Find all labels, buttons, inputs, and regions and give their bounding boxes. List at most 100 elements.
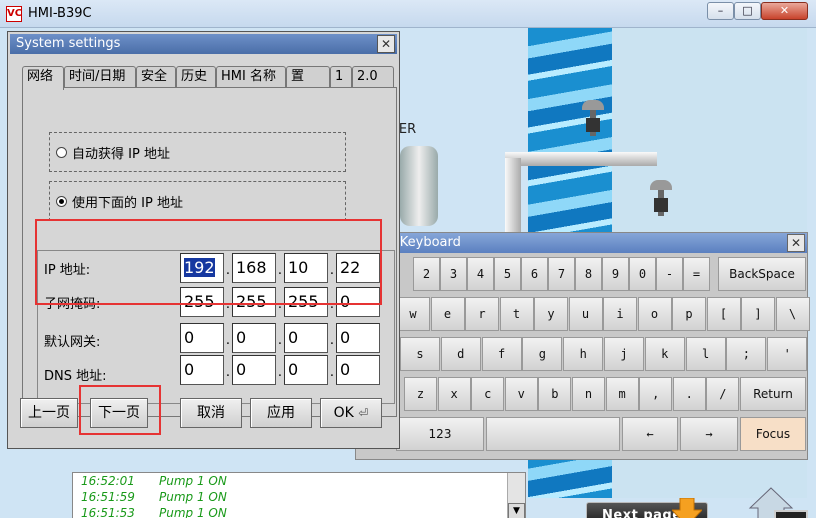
key[interactable]: z (404, 377, 437, 411)
dns-field-value: 0 (340, 360, 351, 379)
valve-icon[interactable] (648, 180, 674, 224)
valve-icon[interactable] (580, 100, 606, 144)
key[interactable]: 7 (548, 257, 575, 291)
tab-security[interactable]: 安全 (136, 66, 176, 88)
key[interactable]: l (685, 337, 726, 371)
auto-ip-label: 自动获得 IP 地址 (72, 147, 170, 162)
key[interactable]: g (522, 337, 563, 371)
tab-item[interactable]: 2.0 (352, 66, 394, 88)
tab-item[interactable]: 1 (330, 66, 352, 88)
key[interactable]: s (400, 337, 440, 371)
key[interactable]: w (396, 297, 430, 331)
right-arrow-key[interactable]: → (680, 417, 738, 451)
key[interactable]: [ (706, 297, 741, 331)
key[interactable]: n (572, 377, 605, 411)
key[interactable]: \ (775, 297, 810, 331)
dns-field[interactable]: 0 (180, 355, 224, 385)
return-key[interactable]: Return (740, 377, 806, 411)
cancel-button[interactable]: 取消 (180, 398, 242, 428)
apply-button[interactable]: 应用 (250, 398, 312, 428)
key[interactable]: u (568, 297, 603, 331)
minimize-button[interactable]: – (707, 2, 734, 20)
ok-label: OK (333, 405, 354, 421)
keyboard-close-button[interactable]: ✕ (787, 234, 805, 252)
radio-auto-ip[interactable] (56, 147, 67, 158)
backspace-key[interactable]: BackSpace (718, 257, 806, 291)
dns-field[interactable]: 0 (284, 355, 328, 385)
manual-ip-option[interactable]: 使用下面的 IP 地址 (49, 181, 346, 221)
key[interactable]: m (605, 377, 639, 411)
tab-time-date[interactable]: 时间/日期 (64, 66, 136, 88)
key[interactable]: ] (741, 297, 775, 331)
octet-separator: . (329, 365, 335, 380)
dns-field-value: 0 (184, 360, 195, 379)
key[interactable]: h (563, 337, 604, 371)
space-key[interactable] (486, 417, 620, 451)
key[interactable]: 4 (467, 257, 494, 291)
key[interactable]: , (639, 377, 673, 411)
key[interactable]: r (465, 297, 499, 331)
dns-field[interactable]: 0 (336, 355, 380, 385)
gateway-field-value: 0 (236, 328, 247, 347)
manual-ip-label: 使用下面的 IP 地址 (72, 196, 183, 211)
key[interactable]: j (604, 337, 644, 371)
key[interactable]: y (534, 297, 568, 331)
key[interactable]: 5 (494, 257, 521, 291)
key[interactable]: 0 (629, 257, 656, 291)
back-arrow-icon[interactable]: ⬅ (774, 510, 808, 518)
key[interactable]: k (644, 337, 685, 371)
key[interactable]: o (637, 297, 672, 331)
octet-separator: . (277, 333, 283, 348)
gateway-field[interactable]: 0 (336, 323, 380, 353)
down-arrow-icon (672, 498, 702, 518)
key[interactable]: ; (726, 337, 767, 371)
gateway-field[interactable]: 0 (232, 323, 276, 353)
log-row: 16:51:53 Pump 1 ON (81, 506, 227, 518)
numeric-toggle-key[interactable]: 123 (396, 417, 484, 451)
key[interactable]: - (656, 257, 683, 291)
gateway-field[interactable]: 0 (284, 323, 328, 353)
gateway-field-value: 0 (184, 328, 195, 347)
key[interactable]: 2 (413, 257, 440, 291)
auto-ip-option[interactable]: 自动获得 IP 地址 (49, 132, 346, 172)
key[interactable]: ' (767, 337, 808, 371)
dns-field[interactable]: 0 (232, 355, 276, 385)
left-arrow-key[interactable]: ← (622, 417, 678, 451)
key[interactable]: . (672, 377, 706, 411)
focus-key[interactable]: Focus (740, 417, 806, 451)
mixer-tank (400, 146, 438, 226)
key[interactable]: t (499, 297, 534, 331)
key[interactable]: d (440, 337, 481, 371)
window-title-bar: VC HMI-B39C – □ ✕ (0, 0, 816, 28)
key[interactable]: x (437, 377, 471, 411)
tab-history[interactable]: 历史 (176, 66, 216, 88)
radio-manual-ip[interactable] (56, 196, 67, 207)
key[interactable]: p (672, 297, 706, 331)
key[interactable]: 3 (440, 257, 467, 291)
scroll-down-icon[interactable]: ▼ (508, 503, 525, 518)
key[interactable]: c (471, 377, 505, 411)
maximize-button[interactable]: □ (734, 2, 761, 20)
key[interactable]: i (603, 297, 637, 331)
key[interactable]: 8 (575, 257, 602, 291)
dialog-close-button[interactable]: ✕ (377, 35, 395, 53)
key[interactable]: / (706, 377, 740, 411)
gateway-field[interactable]: 0 (180, 323, 224, 353)
ok-button[interactable]: OK ⏎ (320, 398, 382, 428)
key[interactable]: f (481, 337, 522, 371)
key[interactable]: 6 (521, 257, 548, 291)
previous-page-button[interactable]: 上一页 (20, 398, 78, 428)
app-logo-icon: VC (6, 6, 22, 22)
key[interactable]: e (430, 297, 465, 331)
enter-icon: ⏎ (358, 406, 369, 420)
tab-network[interactable]: 网络 (22, 66, 64, 90)
key[interactable]: = (683, 257, 710, 291)
close-window-button[interactable]: ✕ (761, 2, 808, 20)
tab-hmi-name[interactable]: HMI 名称 (216, 66, 286, 88)
log-scrollbar[interactable]: ▼ (507, 473, 525, 518)
key[interactable]: v (504, 377, 538, 411)
key[interactable]: 9 (602, 257, 629, 291)
octet-separator: . (277, 365, 283, 380)
tab-settings[interactable]: 置 (286, 66, 330, 88)
key[interactable]: b (538, 377, 572, 411)
